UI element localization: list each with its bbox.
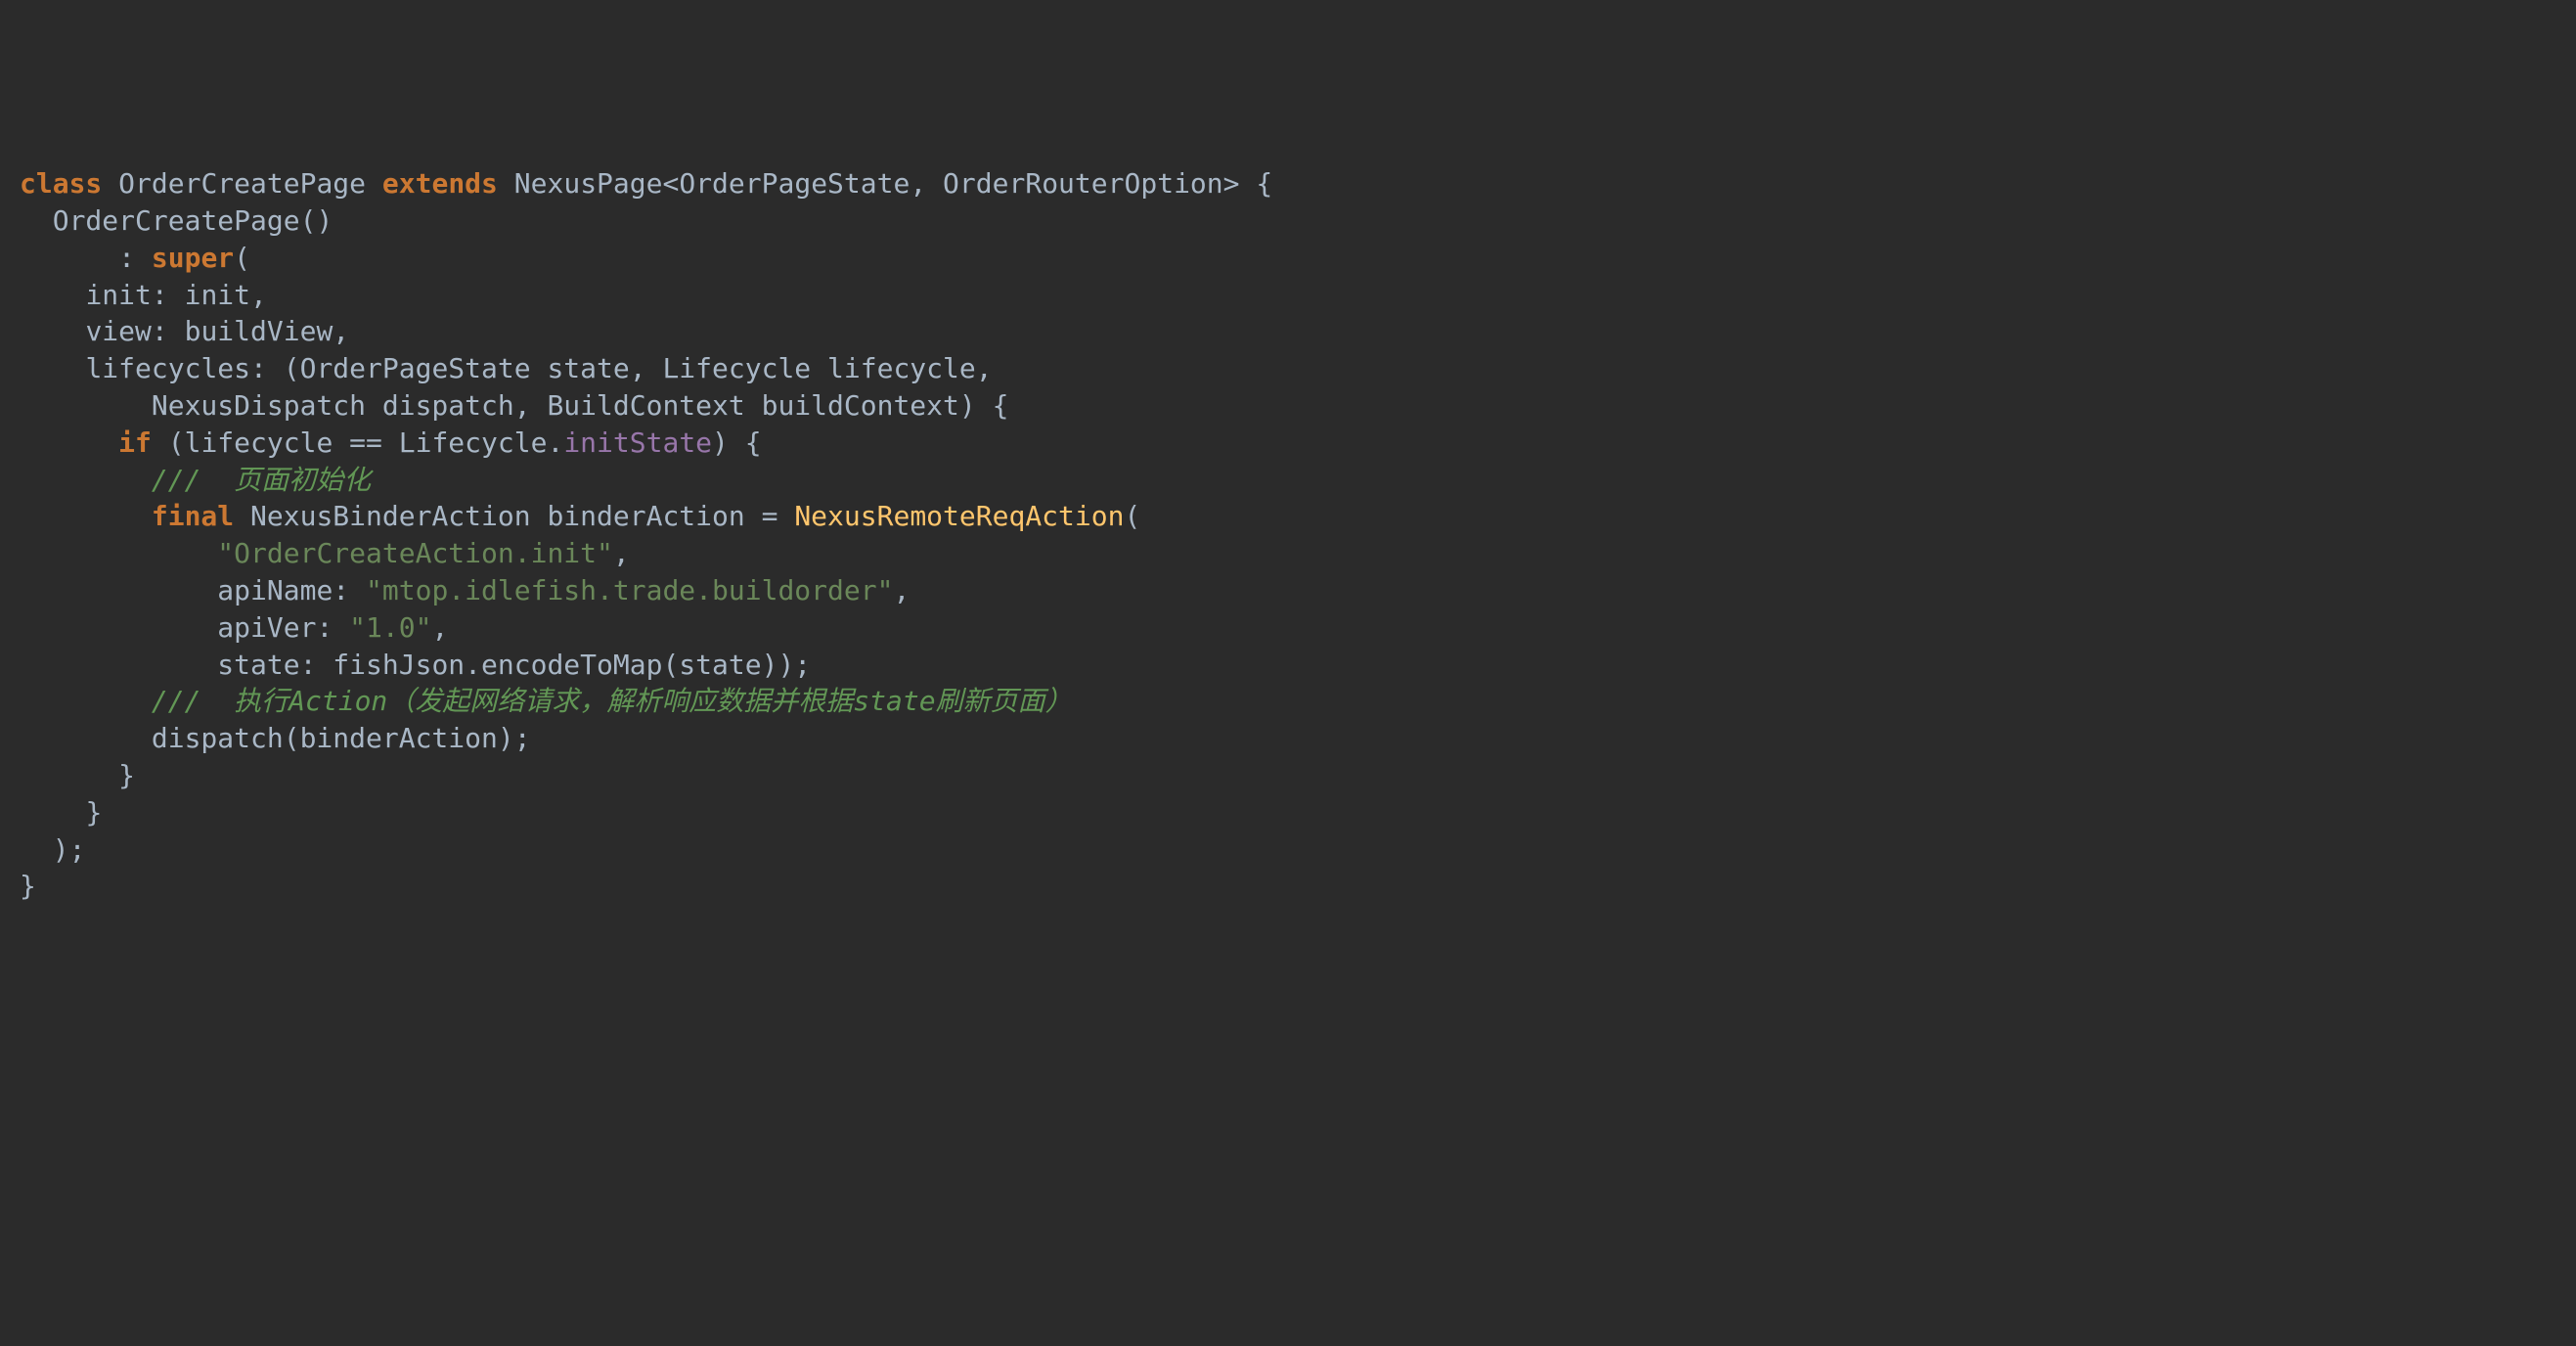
keyword-class: class bbox=[20, 167, 102, 200]
brace-close: } bbox=[20, 870, 36, 902]
var-decl: NexusBinderAction binderAction = bbox=[234, 500, 794, 532]
constructor-name: OrderCreatePage() bbox=[53, 204, 333, 237]
named-arg-apiname: apiName: bbox=[217, 574, 366, 606]
string-literal: "1.0" bbox=[349, 611, 431, 644]
code-line: ); bbox=[20, 833, 85, 866]
code-line: } bbox=[20, 759, 135, 791]
lambda-params: NexusDispatch dispatch, BuildContext bui… bbox=[152, 389, 1009, 422]
code-line: /// 页面初始化 bbox=[20, 464, 371, 496]
code-line: "OrderCreateAction.init", bbox=[20, 537, 630, 569]
code-line: NexusDispatch dispatch, BuildContext bui… bbox=[20, 389, 1008, 422]
code-line: class OrderCreatePage extends NexusPage<… bbox=[20, 167, 1272, 200]
code-line: dispatch(binderAction); bbox=[20, 722, 531, 754]
code-line: : super( bbox=[20, 242, 250, 274]
constructor-call: NexusRemoteReqAction bbox=[794, 500, 1124, 532]
named-arg-state: state: fishJson.encodeToMap(state)); bbox=[217, 649, 811, 681]
code-line: OrderCreatePage() bbox=[20, 204, 333, 237]
if-condition-close: ) { bbox=[712, 426, 762, 459]
named-arg-init: init: init, bbox=[85, 279, 266, 311]
keyword-final: final bbox=[152, 500, 234, 532]
if-condition-open: (lifecycle == Lifecycle. bbox=[152, 426, 563, 459]
base-type: NexusPage<OrderPageState, OrderRouterOpt… bbox=[514, 167, 1272, 200]
code-line: lifecycles: (OrderPageState state, Lifec… bbox=[20, 352, 993, 384]
code-line: /// 执行Action（发起网络请求，解析响应数据并根据state刷新页面） bbox=[20, 685, 1073, 717]
named-arg-view: view: buildView, bbox=[85, 315, 349, 347]
doc-comment: /// 执行Action（发起网络请求，解析响应数据并根据state刷新页面） bbox=[152, 685, 1073, 717]
code-line: if (lifecycle == Lifecycle.initState) { bbox=[20, 426, 762, 459]
code-line: state: fishJson.encodeToMap(state)); bbox=[20, 649, 811, 681]
colon: : bbox=[118, 242, 135, 274]
keyword-super: super bbox=[152, 242, 234, 274]
comma: , bbox=[431, 611, 448, 644]
comma: , bbox=[613, 537, 630, 569]
code-line: } bbox=[20, 796, 102, 829]
paren-open: ( bbox=[234, 242, 250, 274]
code-line: view: buildView, bbox=[20, 315, 349, 347]
code-line: apiName: "mtop.idlefish.trade.buildorder… bbox=[20, 574, 910, 606]
comma: , bbox=[893, 574, 910, 606]
paren-open: ( bbox=[1124, 500, 1140, 532]
doc-comment: /// 页面初始化 bbox=[152, 464, 371, 496]
code-line: } bbox=[20, 870, 36, 902]
code-editor-viewport[interactable]: class OrderCreatePage extends NexusPage<… bbox=[20, 165, 2576, 905]
string-literal: "mtop.idlefish.trade.buildorder" bbox=[366, 574, 893, 606]
named-arg-lifecycles: lifecycles: (OrderPageState state, Lifec… bbox=[85, 352, 992, 384]
keyword-if: if bbox=[118, 426, 152, 459]
enum-member: initState bbox=[563, 426, 712, 459]
paren-close-semi: ); bbox=[53, 833, 86, 866]
code-line: apiVer: "1.0", bbox=[20, 611, 448, 644]
named-arg-apiver: apiVer: bbox=[217, 611, 349, 644]
dispatch-call: dispatch(binderAction); bbox=[152, 722, 531, 754]
brace-close: } bbox=[85, 796, 102, 829]
string-literal: "OrderCreateAction.init" bbox=[217, 537, 613, 569]
brace-close: } bbox=[118, 759, 135, 791]
code-line: init: init, bbox=[20, 279, 267, 311]
code-line: final NexusBinderAction binderAction = N… bbox=[20, 500, 1140, 532]
class-name: OrderCreatePage bbox=[118, 167, 366, 200]
keyword-extends: extends bbox=[382, 167, 498, 200]
